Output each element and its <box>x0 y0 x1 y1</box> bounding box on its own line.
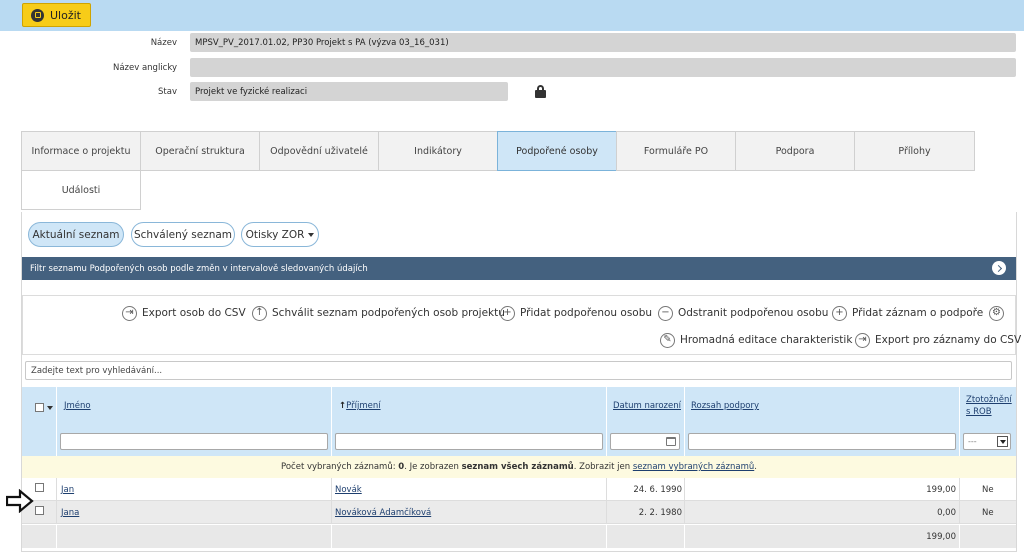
table-row[interactable]: Jan Novák 24. 6. 1990 199,00 Ne <box>22 478 1016 501</box>
minus-icon: − <box>658 305 673 321</box>
chevron-down-icon <box>308 232 315 237</box>
filter-identification-select[interactable]: --- <box>963 433 1011 450</box>
name-en-row: Název anglicky <box>0 58 1024 78</box>
upload-icon: ↑ <box>252 305 267 321</box>
approved-list-button[interactable]: Schválený seznam <box>131 222 235 247</box>
last-name-link[interactable]: Novák <box>335 485 362 495</box>
filter-first-name-input[interactable] <box>60 433 328 450</box>
add-person-button[interactable]: + Přidat podpořenou osobu <box>500 304 652 322</box>
last-name-link[interactable]: Nováková Adamčíková <box>335 508 431 518</box>
action-toolbar: ⇥ Export osob do CSV ↑ Schválit seznam p… <box>22 295 1021 355</box>
status-row: Stav Projekt ve fyzické realizaci <box>0 82 1024 102</box>
name-en-label: Název anglicky <box>112 63 177 73</box>
chevron-right-icon[interactable] <box>992 261 1006 275</box>
filter-bar[interactable]: Filtr seznamu Podpořených osob podle změ… <box>22 257 1016 280</box>
selection-info-bar: Počet vybraných záznamů: 0. Je zobrazen … <box>22 456 1016 478</box>
column-header-identification-rob[interactable]: s ROB <box>966 407 992 417</box>
bulk-edit-button[interactable]: ✎ Hromadná editace charakteristik <box>660 331 852 349</box>
search-input[interactable] <box>25 361 1012 380</box>
column-header-support-scope[interactable]: Rozsah podpory <box>691 401 759 411</box>
tab-responsible-users[interactable]: Odpovědní uživatelé <box>259 131 379 171</box>
status-field[interactable]: Projekt ve fyzické realizaci <box>190 82 508 101</box>
tab-operational-structure[interactable]: Operační struktura <box>140 131 260 171</box>
filter-support-scope-input[interactable] <box>688 433 956 450</box>
approve-list-button[interactable]: ↑ Schválit seznam podpořených osob proje… <box>252 304 505 322</box>
name-en-field[interactable] <box>190 58 1016 77</box>
name-label: Název <box>150 38 177 48</box>
arrow-right-icon <box>6 489 34 513</box>
tab-indicators[interactable]: Indikátory <box>378 131 498 171</box>
filter-birth-date-input[interactable] <box>610 433 680 450</box>
filter-last-name-input[interactable] <box>335 433 603 450</box>
plus-icon: + <box>832 305 847 321</box>
first-name-link[interactable]: Jan <box>61 485 74 495</box>
first-name-link[interactable]: Jana <box>61 508 79 518</box>
birth-date-cell: 2. 2. 1980 <box>638 508 682 518</box>
support-cell: 199,00 <box>926 485 956 495</box>
export-records-button[interactable]: ⇥ Export pro záznamy do CSV <box>855 331 1021 349</box>
add-record-button[interactable]: + Přidat záznam o podpoře <box>832 304 983 322</box>
plus-icon: + <box>500 305 515 321</box>
column-header-last-name[interactable]: ↑Příjmení <box>339 401 381 411</box>
tab-attachments[interactable]: Přílohy <box>854 131 975 171</box>
table-row[interactable]: Jana Nováková Adamčíková 2. 2. 1980 0,00… <box>22 501 1016 524</box>
column-header-birth-date[interactable]: Datum narození <box>613 401 681 411</box>
status-label: Stav <box>158 87 177 97</box>
name-row: Název MPSV_PV_2017.01.02, PP30 Projekt s… <box>0 33 1024 53</box>
save-button[interactable]: Uložit <box>22 3 91 27</box>
save-label: Uložit <box>50 8 81 22</box>
remove-person-button[interactable]: − Odstranit podpořenou osobu <box>658 304 828 322</box>
export-csv-button[interactable]: ⇥ Export osob do CSV <box>122 304 246 322</box>
tab-project-info[interactable]: Informace o projektu <box>21 131 141 171</box>
birth-date-cell: 24. 6. 1990 <box>633 485 682 495</box>
gear-icon: ⚙ <box>989 305 1004 321</box>
row-checkbox[interactable] <box>35 483 44 492</box>
export-icon: ⇥ <box>855 332 870 348</box>
pencil-icon: ✎ <box>660 332 675 348</box>
total-row: 199,00 <box>22 525 1016 548</box>
lock-icon <box>535 85 546 98</box>
chevron-down-icon <box>997 436 1008 447</box>
snapshots-label: Otisky ZOR <box>245 228 305 241</box>
tab-po-forms[interactable]: Formuláře PO <box>616 131 736 171</box>
settings-button[interactable]: ⚙ <box>989 304 1004 322</box>
tab-supported-persons[interactable]: Podpořené osoby <box>497 131 617 171</box>
tab-support[interactable]: Podpora <box>735 131 855 171</box>
tab-events[interactable]: Události <box>21 170 141 210</box>
select-all-checkbox[interactable] <box>35 403 44 412</box>
save-icon <box>31 8 44 22</box>
show-selected-link[interactable]: seznam vybraných záznamů <box>633 462 754 472</box>
column-header-identification[interactable]: Ztotožnění <box>966 395 1012 405</box>
identified-cell: Ne <box>982 485 994 495</box>
column-header-first-name[interactable]: Jméno <box>64 401 91 411</box>
snapshots-dropdown[interactable]: Otisky ZOR <box>241 222 319 247</box>
top-toolbar: Uložit <box>0 0 1024 31</box>
identified-cell: Ne <box>982 508 994 518</box>
export-icon: ⇥ <box>122 305 137 321</box>
calendar-icon[interactable] <box>666 437 676 446</box>
total-cell: 199,00 <box>926 532 956 542</box>
row-checkbox[interactable] <box>35 506 44 515</box>
filter-bar-text: Filtr seznamu Podpořených osob podle změ… <box>30 264 368 274</box>
support-cell: 0,00 <box>937 508 956 518</box>
name-field[interactable]: MPSV_PV_2017.01.02, PP30 Projekt s PA (v… <box>190 33 1016 52</box>
current-list-button[interactable]: Aktuální seznam <box>28 222 124 247</box>
chevron-down-icon[interactable] <box>47 406 53 410</box>
